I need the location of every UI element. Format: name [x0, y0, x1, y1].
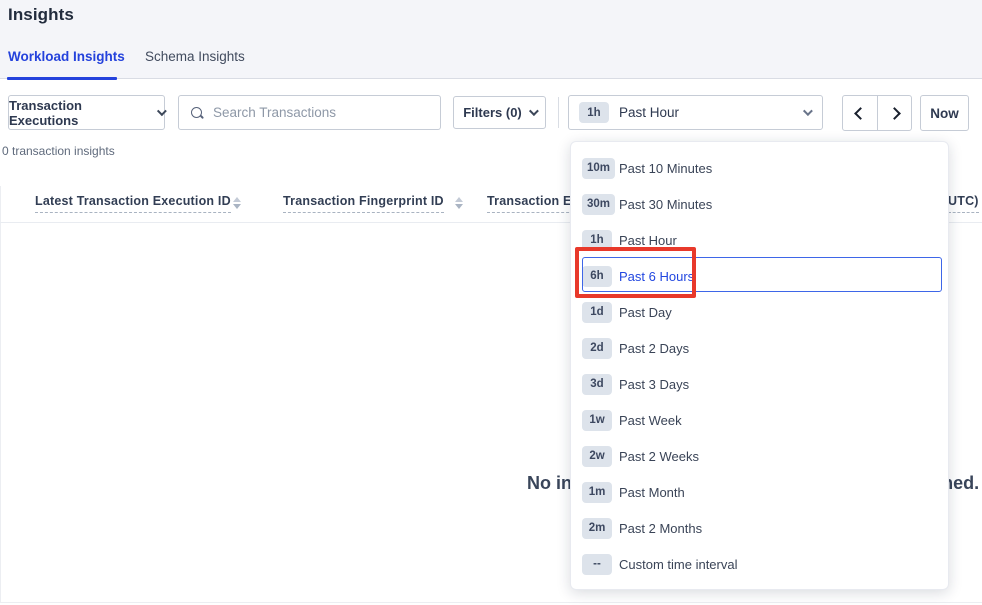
now-label: Now	[930, 106, 959, 121]
time-option-past-10-minutes[interactable]: 10m Past 10 Minutes	[571, 150, 948, 186]
time-option-past-2-months[interactable]: 2m Past 2 Months	[571, 510, 948, 546]
toolbar-divider	[558, 97, 559, 128]
page-title: Insights	[8, 5, 74, 25]
time-option-past-6-hours[interactable]: 6h Past 6 Hours	[571, 258, 948, 294]
time-range-badge: 1h	[579, 102, 609, 123]
time-option-past-2-weeks[interactable]: 2w Past 2 Weeks	[571, 438, 948, 474]
time-option-custom-interval[interactable]: -- Custom time interval	[571, 546, 948, 582]
time-range-dropdown: 10m Past 10 Minutes 30m Past 30 Minutes …	[570, 141, 949, 590]
results-count: 0 transaction insights	[2, 144, 115, 158]
filters-label: Filters (0)	[463, 105, 522, 120]
time-option-past-week[interactable]: 1w Past Week	[571, 402, 948, 438]
filters-button[interactable]: Filters (0)	[453, 96, 546, 129]
chevron-down-icon	[803, 106, 813, 116]
sort-icon[interactable]	[233, 197, 241, 209]
time-option-past-month[interactable]: 1m Past Month	[571, 474, 948, 510]
search-input[interactable]	[213, 105, 413, 120]
time-option-past-hour[interactable]: 1h Past Hour	[571, 222, 948, 258]
time-next-button[interactable]	[877, 96, 911, 130]
time-step-group	[842, 95, 912, 131]
chevron-left-icon	[854, 107, 867, 120]
chevron-down-icon	[157, 106, 167, 116]
now-button[interactable]: Now	[920, 95, 969, 131]
insight-type-label: Transaction Executions	[9, 98, 148, 128]
column-header-utc[interactable]: UTC)	[948, 194, 979, 213]
chevron-down-icon	[529, 106, 539, 116]
column-header-transaction-fingerprint-id[interactable]: Transaction Fingerprint ID	[283, 194, 444, 213]
insights-page: Insights Workload Insights Schema Insigh…	[0, 0, 982, 605]
time-option-past-day[interactable]: 1d Past Day	[571, 294, 948, 330]
time-option-past-30-minutes[interactable]: 30m Past 30 Minutes	[571, 186, 948, 222]
tab-workload-insights[interactable]: Workload Insights	[8, 49, 125, 64]
insight-type-select[interactable]: Transaction Executions	[8, 95, 165, 130]
time-range-select[interactable]: 1h Past Hour	[568, 95, 823, 130]
sort-icon[interactable]	[455, 197, 463, 209]
time-prev-button[interactable]	[843, 96, 877, 130]
time-option-past-2-days[interactable]: 2d Past 2 Days	[571, 330, 948, 366]
column-header-latest-transaction-execution-id[interactable]: Latest Transaction Execution ID	[35, 194, 231, 213]
chevron-right-icon	[888, 107, 901, 120]
column-header-transaction-execution[interactable]: Transaction Ex	[487, 194, 579, 213]
search-icon	[190, 106, 204, 120]
active-tab-underline	[7, 77, 117, 80]
tab-schema-insights[interactable]: Schema Insights	[145, 49, 245, 64]
search-box[interactable]	[178, 95, 441, 130]
time-option-past-3-days[interactable]: 3d Past 3 Days	[571, 366, 948, 402]
time-range-label: Past Hour	[619, 105, 679, 120]
page-header: Insights Workload Insights Schema Insigh…	[0, 0, 982, 79]
